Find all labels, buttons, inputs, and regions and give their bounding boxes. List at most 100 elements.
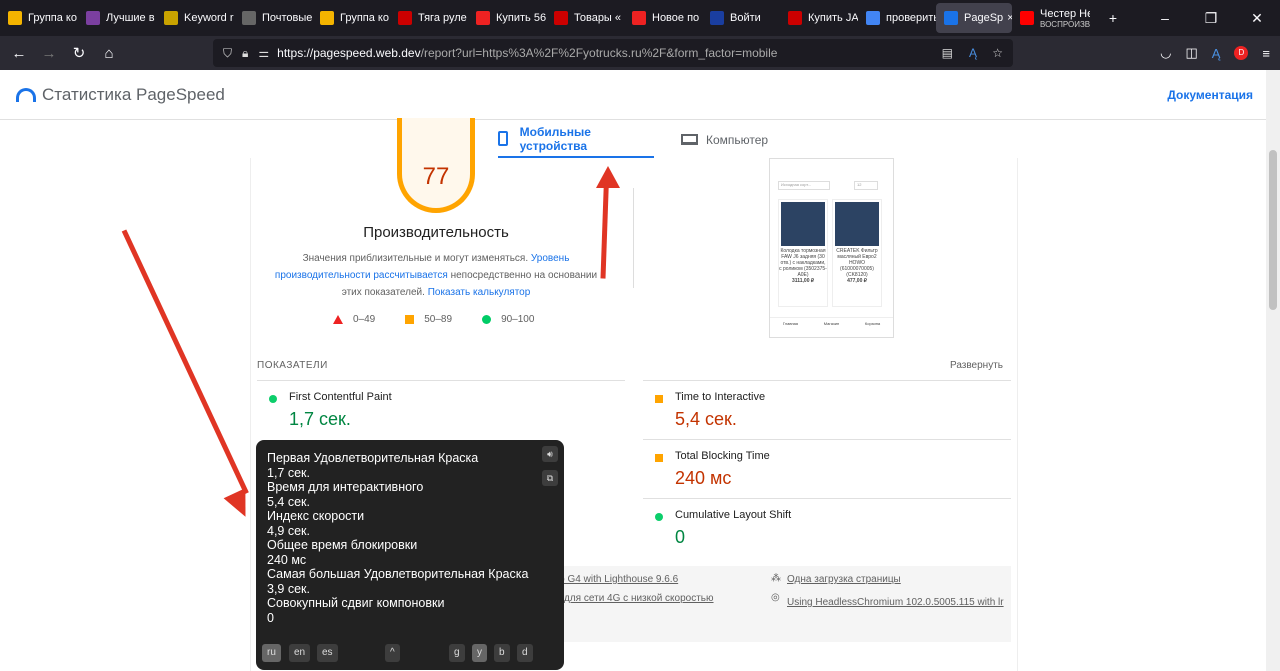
copy-icon[interactable]: ⧉ [542,470,558,486]
translate-extension-icon[interactable]: Ą [1212,46,1221,61]
page-screenshot: Исходная сорт... 12 Колодка тормозная FA… [769,158,894,338]
address-bar[interactable]: ⛉ 🔒︎ ⚌ https://pagespeed.web.dev/report?… [213,39,1013,67]
info-browser[interactable]: Using HeadlessChromium 102.0.5005.115 wi… [787,593,1007,612]
test-info: ция Moto G4 with Lighthouse 9.6.6 чичени… [507,566,1011,642]
expand-button[interactable]: Развернуть [950,360,1003,371]
favicon-icon [398,11,412,25]
minimize-icon[interactable]: – [1142,10,1188,26]
nav-home: Главная [782,321,799,326]
tab-title: Группа ко [28,12,77,24]
browser-tab[interactable]: Товары « [546,0,624,36]
reader-icon[interactable]: ▤ [942,46,953,60]
chrome-icon: ◎ [771,592,780,603]
tab-mobile[interactable]: Мобильные устройства [498,121,654,158]
browser-tab[interactable]: Войти [702,0,780,36]
url-path: /report?url=https%3A%2F%2Fyotrucks.ru%2F… [420,46,778,60]
laptop-icon [681,134,698,145]
browser-tab[interactable]: Купить JA [780,0,858,36]
favicon-icon [788,11,802,25]
engine-deepl-button[interactable]: d [517,644,533,662]
browser-tab[interactable]: проверить [858,0,936,36]
favicon-icon [8,11,22,25]
translation-line: Индекс скорости [267,509,365,523]
bookmark-star-icon[interactable]: ☆ [992,46,1003,60]
metric-row: Time to Interactive 5,4 сек. [643,380,1011,438]
pocket-icon[interactable]: ◡ [1160,45,1171,61]
home-icon[interactable]: ⌂ [94,45,124,62]
browser-tab[interactable]: Почтовые [234,0,312,36]
sort-select: Исходная сорт... [778,181,830,190]
lock-icon[interactable]: 🔒︎ [242,46,248,61]
tab-title: PageSp [964,12,1004,24]
browser-tab[interactable]: Новое по [624,0,702,36]
app-title: Статистика PageSpeed [42,84,225,104]
tab-title: Keyword r [184,12,234,24]
metric-label: Time to Interactive [675,391,766,403]
tab-title: Войти [730,12,761,24]
back-icon[interactable]: ← [4,45,34,62]
metric-label: Cumulative Layout Shift [675,509,792,521]
engine-yandex-button[interactable]: y [472,644,487,662]
tab-title: проверить [886,12,936,24]
translate-icon[interactable]: Ą [969,46,977,60]
product-price: 477,00 ₽ [847,278,867,284]
menu-icon[interactable]: ≡ [1262,46,1270,61]
reload-icon[interactable]: ↻ [64,44,94,62]
browser-tab[interactable]: Лучшие в [78,0,156,36]
browser-tab-bar: Группа ко Лучшие в Keyword r Почтовые Группа… [0,0,1280,36]
tab-desktop[interactable]: Компьютер [681,121,768,158]
lang-ru-button[interactable]: ru [262,644,281,662]
restore-icon[interactable]: ❐ [1188,10,1234,27]
tab-title: Новое по [652,12,700,24]
forward-icon[interactable]: → [34,45,64,62]
scrollbar-thumb[interactable] [1269,150,1277,310]
browser-tab[interactable]: Keyword r [156,0,234,36]
translation-line: Самая большая Удовлетворительная Краска [267,567,529,581]
speak-icon[interactable]: 🔊︎ [542,446,558,462]
close-window-icon[interactable]: ✕ [1234,10,1280,27]
tab-title: Купить JA [808,12,858,24]
collapse-icon[interactable]: ^ [385,644,400,662]
shield-icon[interactable]: ⛉ [223,46,232,61]
browser-tab[interactable]: Честер Не ВОСПРОИЗВ [1012,0,1090,36]
browser-tab[interactable]: Группа ко [312,0,390,36]
tab-title: Почтовые [262,12,312,24]
profile-avatar[interactable]: D [1234,46,1249,60]
metric-row: Total Blocking Time 240 мс [643,439,1011,497]
favicon-icon [632,11,646,25]
favicon-icon [320,11,334,25]
browser-tab[interactable]: Группа ко [0,0,78,36]
browser-tab[interactable]: PageSp × [936,3,1012,33]
favicon-icon [866,11,880,25]
browser-tab[interactable]: Купить 56 [468,0,546,36]
translation-line: Общее время блокировки [267,538,418,552]
pass-circle-icon [482,315,492,324]
new-tab-icon[interactable]: + [1090,10,1136,26]
info-load[interactable]: Одна загрузка страницы [787,574,901,585]
translation-line: 1,7 сек. [267,465,310,480]
lang-es-button[interactable]: es [317,644,338,662]
browser-tab[interactable]: Тяга руле [390,0,468,36]
translation-line: 3,9 сек. [267,581,310,596]
engine-google-button[interactable]: g [449,644,465,662]
documentation-link[interactable]: Документация [1167,88,1253,102]
average-square-icon [655,395,663,403]
engine-bing-button[interactable]: b [494,644,510,662]
metric-row: Cumulative Layout Shift 0 [643,498,1011,556]
favicon-icon [1020,11,1034,25]
permissions-icon[interactable]: ⚌ [258,46,269,60]
annotation-arrowhead-up [596,166,620,188]
translation-line: Первая Удовлетворительная Краска [267,451,479,465]
lang-en-button[interactable]: en [289,644,311,662]
calculator-link[interactable]: Показать калькулятор [428,287,531,298]
sidebar-icon[interactable]: ◫ [1185,45,1197,61]
fail-triangle-icon [333,315,343,324]
page-scrollbar[interactable] [1266,70,1280,671]
product-card: CREATEK Фильтр масляный Евро2 HOWO (6100… [832,199,882,307]
favicon-icon [164,11,178,25]
tab-desktop-label: Компьютер [706,132,769,147]
favicon-icon [86,11,100,25]
nav-cart: Корзина [864,321,881,326]
tab-title: Честер Не [1040,7,1090,20]
metric-row: First Contentful Paint 1,7 сек. [257,380,625,438]
